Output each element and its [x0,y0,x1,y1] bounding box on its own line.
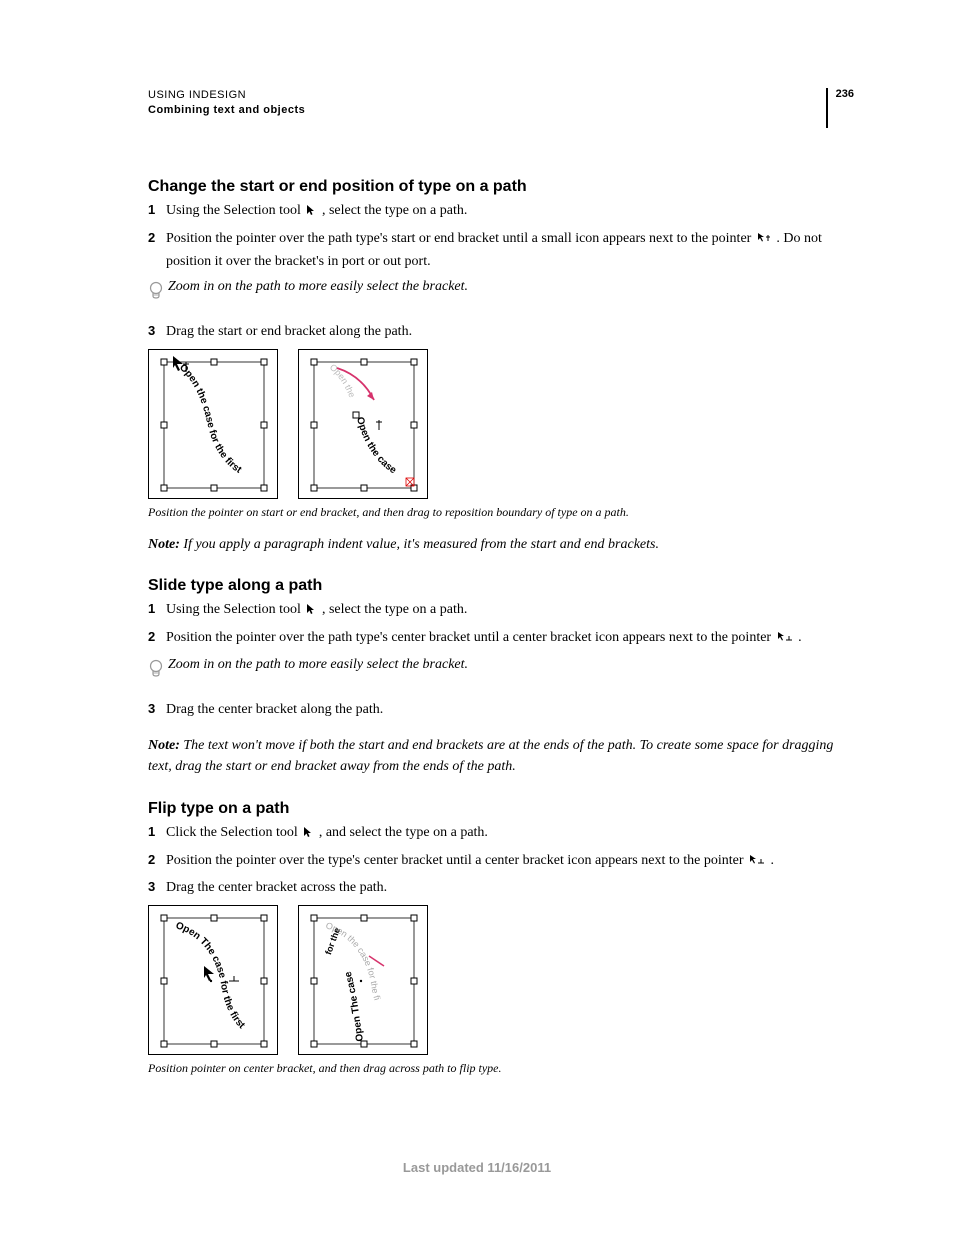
heading-flip: Flip type on a path [148,800,854,818]
step-body: Drag the center bracket across the path. [166,877,854,899]
tip: Zoom in on the path to more easily selec… [148,279,854,303]
step-number: 1 [148,200,166,224]
step-body: Drag the start or end bracket along the … [166,321,854,343]
svg-text:for the: for the [323,926,342,956]
step-number: 2 [148,627,166,651]
footer-updated: Last updated 11/16/2011 [0,1160,954,1175]
header-left: USING INDESIGN Combining text and object… [148,88,305,119]
steps-sec3: 1 Click the Selection tool , and select … [148,822,854,899]
note-label: Note: [148,738,183,753]
heading-slide: Slide type along a path [148,577,854,595]
steps-sec2b: 3 Drag the center bracket along the path… [148,699,854,721]
pointer-bracket-icon [757,230,771,252]
step-number: 3 [148,877,166,899]
step-body: Drag the center bracket along the path. [166,699,854,721]
heading-change-position: Change the start or end position of type… [148,178,854,196]
note-label: Note: [148,537,183,552]
svg-text:Open The case: Open The case [343,970,366,1042]
figure-panel: Open the Open the case [298,349,428,499]
step-number: 2 [148,228,166,273]
steps-sec2: 1 Using the Selection tool , select the … [148,599,854,650]
figure-panel: Open the case for the fi Open The case f… [298,905,428,1055]
figure-caption: Position the pointer on start or end bra… [148,505,854,520]
step-body: Position the pointer over the type's cen… [166,850,854,874]
tip-text: Zoom in on the path to more easily selec… [168,657,468,673]
selection-tool-icon [306,601,316,623]
step-body: Using the Selection tool , select the ty… [166,599,854,623]
svg-text:Open the: Open the [328,362,358,399]
step-body: Position the pointer over the path type'… [166,228,854,273]
pointer-center-bracket-icon [749,852,765,874]
steps-sec1b: 3 Drag the start or end bracket along th… [148,321,854,343]
step-number: 3 [148,321,166,343]
lightbulb-icon [148,659,164,681]
figure-panel: Open The case for the first [148,905,278,1055]
step-number: 2 [148,850,166,874]
steps-sec1: 1 Using the Selection tool , select the … [148,200,854,273]
note: Note: If you apply a paragraph indent va… [148,534,854,556]
page: USING INDESIGN Combining text and object… [0,0,954,1235]
tip-text: Zoom in on the path to more easily selec… [168,279,468,295]
page-number: 236 [826,88,854,128]
step-number: 1 [148,599,166,623]
svg-text:Open the case: Open the case [354,416,398,477]
step-body: Click the Selection tool , and select th… [166,822,854,846]
figure-sec3: Open The case for the first Open the cas… [148,905,854,1055]
lightbulb-icon [148,281,164,303]
section-title: Combining text and objects [148,103,305,118]
step-body: Using the Selection tool , select the ty… [166,200,854,224]
selection-tool-icon [306,202,316,224]
figure-panel: Open the case for the first [148,349,278,499]
svg-text:Open the case for the first: Open the case for the first [177,362,244,476]
step-number: 1 [148,822,166,846]
running-header: USING INDESIGN Combining text and object… [148,88,854,128]
figure-sec1: Open the case for the first Open the Ope… [148,349,854,499]
figure-caption: Position pointer on center bracket, and … [148,1061,854,1076]
step-number: 3 [148,699,166,721]
tip: Zoom in on the path to more easily selec… [148,657,854,681]
doc-title: USING INDESIGN [148,88,305,103]
svg-text:Open The case for the first: Open The case for the first [174,920,247,1031]
note: Note: The text won't move if both the st… [148,735,854,778]
selection-tool-icon [303,824,313,846]
pointer-center-bracket-icon [777,629,793,651]
step-body: Position the pointer over the path type'… [166,627,854,651]
